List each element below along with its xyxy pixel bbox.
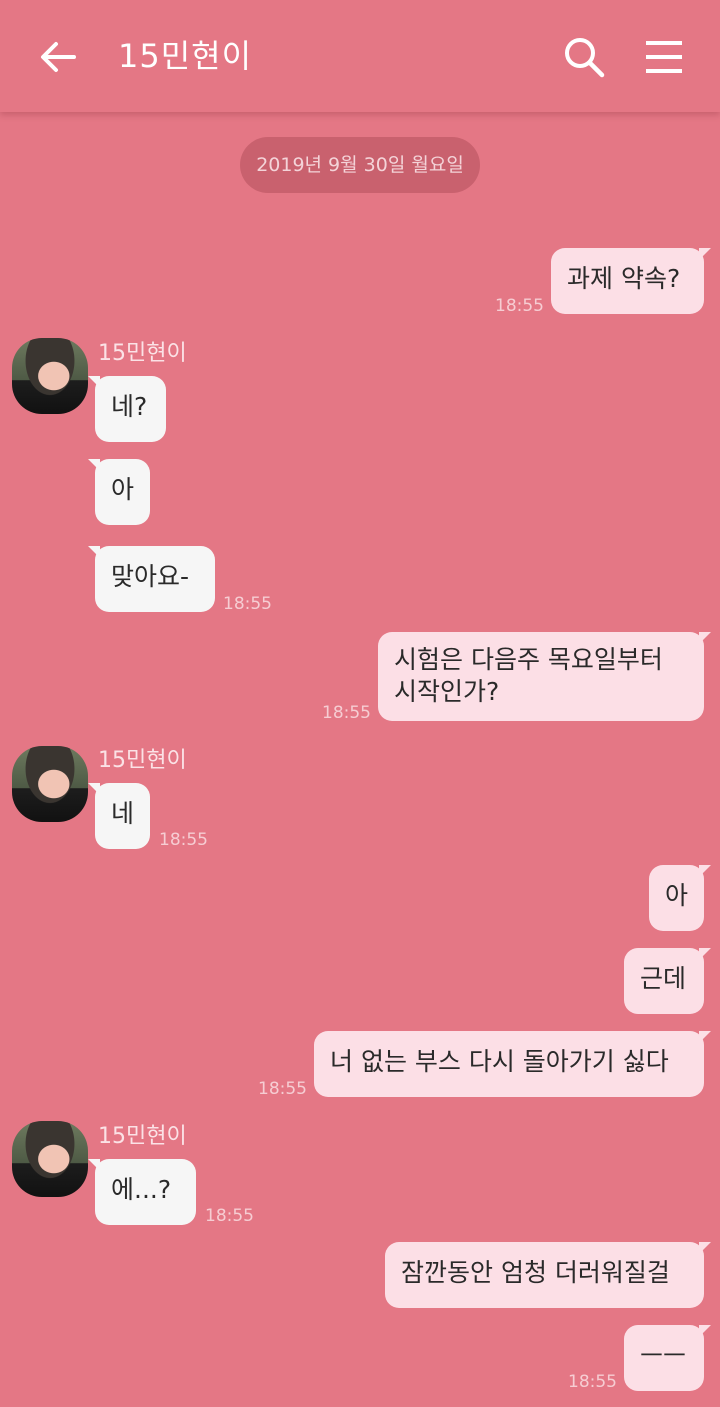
message-time: 18:55 [322, 703, 371, 723]
message-text: 아 [665, 881, 689, 910]
message-time: 18:55 [223, 594, 272, 614]
my-message-bubble[interactable]: 아 [649, 865, 711, 931]
message-text: ㅡㅡ [640, 1341, 687, 1370]
my-message-bubble[interactable]: 너 없는 부스 다시 돌아가기 싫다 [314, 1031, 711, 1097]
my-message-bubble[interactable]: ㅡㅡ [624, 1325, 711, 1391]
message-text: 아 [111, 475, 135, 504]
their-message-bubble[interactable]: 에...? [88, 1159, 196, 1225]
message-text: 에...? [111, 1175, 172, 1204]
contact-avatar[interactable] [12, 1121, 88, 1197]
message-text: 맞아요- [111, 562, 190, 591]
sender-name: 15민현이 [98, 1124, 187, 1149]
their-message-bubble[interactable]: 아 [88, 459, 150, 525]
message-text: 네? [111, 392, 148, 421]
message-time: 18:55 [258, 1079, 307, 1099]
my-message-bubble[interactable]: 잠깐동안 엄청 더러워질걸 [385, 1242, 711, 1308]
message-time: 18:55 [159, 830, 208, 850]
my-message-bubble[interactable]: 근데 [624, 948, 711, 1014]
message-text: 네 [111, 799, 135, 828]
their-message-bubble[interactable]: 네? [88, 376, 166, 442]
my-message-bubble[interactable]: 과제 약속? [551, 248, 711, 314]
message-text: 잠깐동안 엄청 더러워질걸 [401, 1258, 670, 1287]
chat-title: 15민현이 [118, 37, 253, 75]
menu-icon[interactable] [640, 34, 688, 80]
their-message-bubble[interactable]: 네 [88, 783, 150, 849]
their-message-bubble[interactable]: 맞아요- [88, 546, 215, 612]
contact-avatar[interactable] [12, 746, 88, 822]
message-text-line: 시험은 다음주 목요일부터 [394, 645, 663, 674]
my-message-bubble[interactable]: 시험은 다음주 목요일부터 시작인가? [378, 632, 711, 721]
message-text: 너 없는 부스 다시 돌아가기 싫다 [330, 1047, 669, 1076]
search-icon[interactable] [560, 34, 608, 80]
contact-avatar[interactable] [12, 338, 88, 414]
sender-name: 15민현이 [98, 341, 187, 366]
sender-name: 15민현이 [98, 748, 187, 773]
message-text-line: 시작인가? [394, 677, 500, 706]
message-text: 과제 약속? [567, 264, 681, 293]
message-time: 18:55 [568, 1372, 617, 1392]
chat-header: 15민현이 [0, 0, 720, 112]
back-arrow-icon[interactable] [34, 34, 82, 80]
message-time: 18:55 [205, 1206, 254, 1226]
message-text: 근데 [640, 964, 687, 993]
date-divider: 2019년 9월 30일 월요일 [240, 137, 480, 193]
message-time: 18:55 [495, 296, 544, 316]
